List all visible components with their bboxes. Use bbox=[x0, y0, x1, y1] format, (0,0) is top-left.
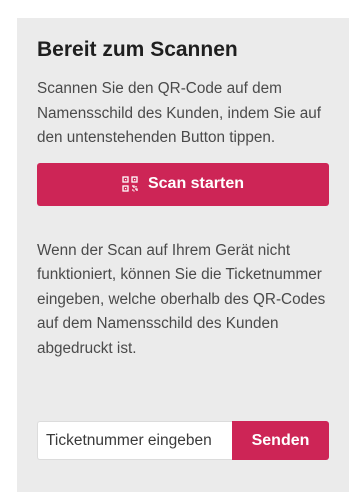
send-button[interactable]: Senden bbox=[232, 421, 329, 460]
scan-instructions: Scannen Sie den QR-Code auf dem Namenssc… bbox=[37, 80, 322, 146]
qr-code-icon bbox=[122, 176, 138, 192]
start-scan-label: Scan starten bbox=[147, 175, 245, 192]
start-scan-button[interactable]: Scan starten bbox=[37, 162, 329, 206]
ticket-number-input[interactable] bbox=[37, 421, 232, 460]
card-title: Bereit zum Scannen bbox=[37, 38, 238, 61]
ticket-entry-form: Senden bbox=[37, 421, 329, 460]
scan-card: Bereit zum Scannen Scannen Sie den QR-Co… bbox=[17, 18, 349, 492]
fallback-instructions: Wenn der Scan auf Ihrem Gerät nicht funk… bbox=[37, 241, 326, 357]
